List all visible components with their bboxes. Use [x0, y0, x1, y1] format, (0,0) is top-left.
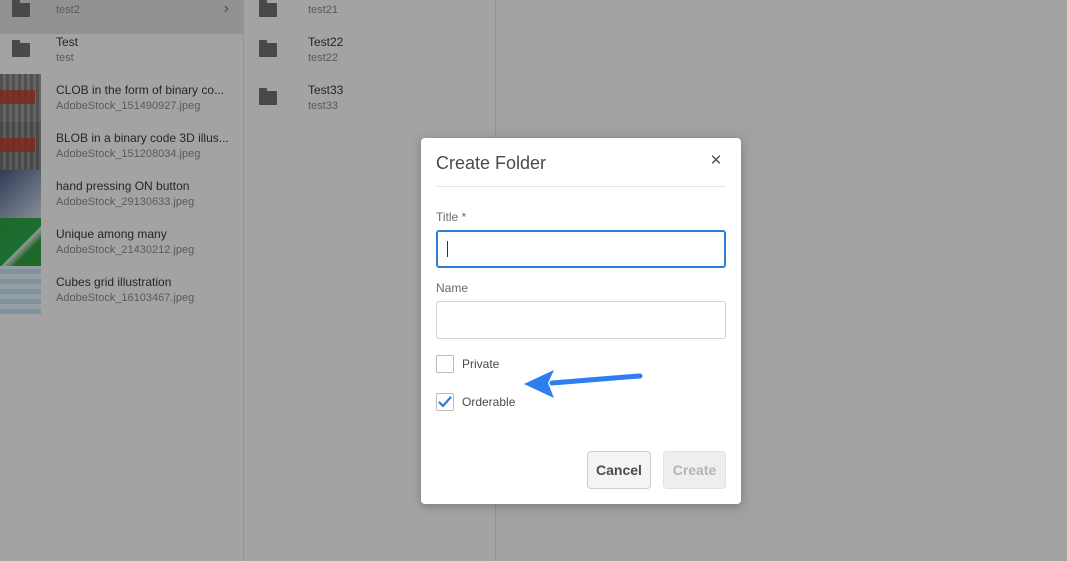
name-field-label: Name — [436, 281, 469, 295]
annotation-arrow-icon — [524, 370, 643, 398]
private-checkbox[interactable] — [436, 355, 454, 373]
title-input[interactable] — [436, 230, 726, 268]
create-button[interactable]: Create — [663, 451, 726, 489]
close-icon[interactable]: ✕ — [707, 152, 725, 170]
text-cursor — [447, 241, 448, 257]
private-checkbox-label: Private — [462, 357, 500, 371]
dialog-title: Create Folder — [436, 153, 547, 173]
private-checkbox-row[interactable]: Private — [436, 355, 499, 373]
cancel-button[interactable]: Cancel — [587, 451, 651, 489]
orderable-checkbox[interactable] — [436, 393, 454, 411]
checkmark-icon — [438, 396, 452, 408]
orderable-checkbox-row[interactable]: Orderable — [436, 393, 515, 411]
orderable-checkbox-label: Orderable — [462, 395, 516, 409]
name-input[interactable] — [436, 301, 726, 339]
title-field-label: Title * — [436, 210, 467, 224]
dialog-divider — [436, 186, 726, 187]
create-folder-dialog: Create Folder ✕ Title * Name Private Ord… — [421, 138, 741, 504]
